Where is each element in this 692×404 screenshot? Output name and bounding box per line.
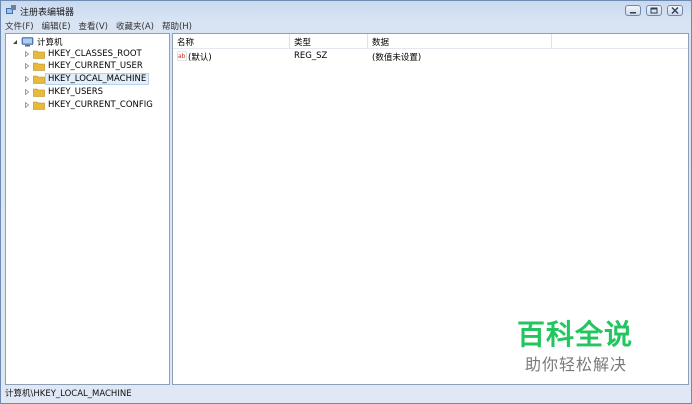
tree-item-hkey-current-config[interactable]: HKEY_CURRENT_CONFIG bbox=[24, 99, 153, 111]
column-name[interactable]: 名称 bbox=[177, 36, 194, 48]
column-divider[interactable] bbox=[551, 34, 552, 48]
svg-text:ab: ab bbox=[178, 53, 186, 60]
menu-bar: 文件(F) 编辑(E) 查看(V) 收藏夹(A) 帮助(H) bbox=[5, 20, 192, 32]
watermark-subtitle: 助你轻松解决 bbox=[525, 355, 628, 374]
tree-item-hkey-local-machine[interactable]: HKEY_LOCAL_MACHINE bbox=[24, 73, 150, 85]
status-bar: 计算机\HKEY_LOCAL_MACHINE bbox=[5, 389, 132, 399]
collapsed-arrow-icon[interactable] bbox=[24, 63, 30, 69]
column-header: 名称 类型 数据 bbox=[173, 34, 688, 49]
value-data: (数值未设置) bbox=[372, 53, 422, 63]
tree-label-computer: 计算机 bbox=[37, 38, 63, 48]
collapsed-arrow-icon[interactable] bbox=[24, 76, 30, 82]
tree-item-computer[interactable]: 计算机 bbox=[12, 36, 63, 48]
string-value-icon: ab bbox=[177, 51, 187, 61]
menu-favorites[interactable]: 收藏夹(A) bbox=[116, 20, 154, 32]
title-bar[interactable]: 注册表编辑器 bbox=[1, 1, 691, 19]
watermark-title: 百科全说 bbox=[517, 318, 634, 351]
collapsed-arrow-icon[interactable] bbox=[24, 102, 30, 108]
regedit-icon bbox=[6, 5, 16, 14]
collapsed-arrow-icon[interactable] bbox=[24, 89, 30, 95]
tree-item-hkey-current-user[interactable]: HKEY_CURRENT_USER bbox=[24, 60, 143, 72]
window-title: 注册表编辑器 bbox=[20, 8, 75, 18]
value-name: (默认) bbox=[188, 53, 212, 63]
tree-label-hkey-current-user: HKEY_CURRENT_USER bbox=[48, 61, 143, 71]
folder-icon bbox=[33, 50, 45, 59]
column-divider[interactable] bbox=[289, 34, 290, 48]
tree-label-hkey-current-config: HKEY_CURRENT_CONFIG bbox=[48, 100, 153, 110]
minimize-icon bbox=[630, 11, 636, 13]
regedit-window: 注册表编辑器 文件(F) 编辑(E) 查看(V) 收藏夹(A) 帮助(H) 计算… bbox=[0, 0, 692, 404]
menu-view[interactable]: 查看(V) bbox=[79, 20, 108, 32]
folder-icon bbox=[33, 62, 45, 71]
maximize-button[interactable] bbox=[646, 5, 662, 16]
tree-label-hkey-local-machine: HKEY_LOCAL_MACHINE bbox=[45, 73, 150, 85]
folder-icon bbox=[33, 75, 45, 84]
minimize-button[interactable] bbox=[625, 5, 641, 16]
menu-edit[interactable]: 编辑(E) bbox=[42, 20, 71, 32]
menu-help[interactable]: 帮助(H) bbox=[162, 20, 192, 32]
expanded-arrow-icon[interactable] bbox=[12, 39, 18, 45]
tree-label-hkey-classes-root: HKEY_CLASSES_ROOT bbox=[48, 49, 142, 59]
tree-pane[interactable]: 计算机 HKEY_CLASSES_ROOT HKEY_CURRENT_USER … bbox=[5, 33, 170, 385]
list-item[interactable]: ab (默认) REG_SZ (数值未设置) bbox=[173, 51, 688, 63]
folder-icon bbox=[33, 88, 45, 97]
column-data[interactable]: 数据 bbox=[372, 36, 389, 48]
computer-icon bbox=[21, 37, 34, 47]
close-icon bbox=[671, 7, 679, 14]
column-divider[interactable] bbox=[367, 34, 368, 48]
tree-label-hkey-users: HKEY_USERS bbox=[48, 87, 104, 97]
folder-icon bbox=[33, 101, 45, 110]
maximize-icon bbox=[650, 7, 658, 14]
value-type: REG_SZ bbox=[294, 51, 328, 61]
menu-file[interactable]: 文件(F) bbox=[5, 20, 34, 32]
column-type[interactable]: 类型 bbox=[294, 36, 311, 48]
tree-item-hkey-users[interactable]: HKEY_USERS bbox=[24, 86, 103, 98]
close-button[interactable] bbox=[667, 5, 683, 16]
tree-item-hkey-classes-root[interactable]: HKEY_CLASSES_ROOT bbox=[24, 48, 142, 60]
watermark: 百科全说 助你轻松解决 bbox=[517, 313, 634, 374]
collapsed-arrow-icon[interactable] bbox=[24, 51, 30, 57]
